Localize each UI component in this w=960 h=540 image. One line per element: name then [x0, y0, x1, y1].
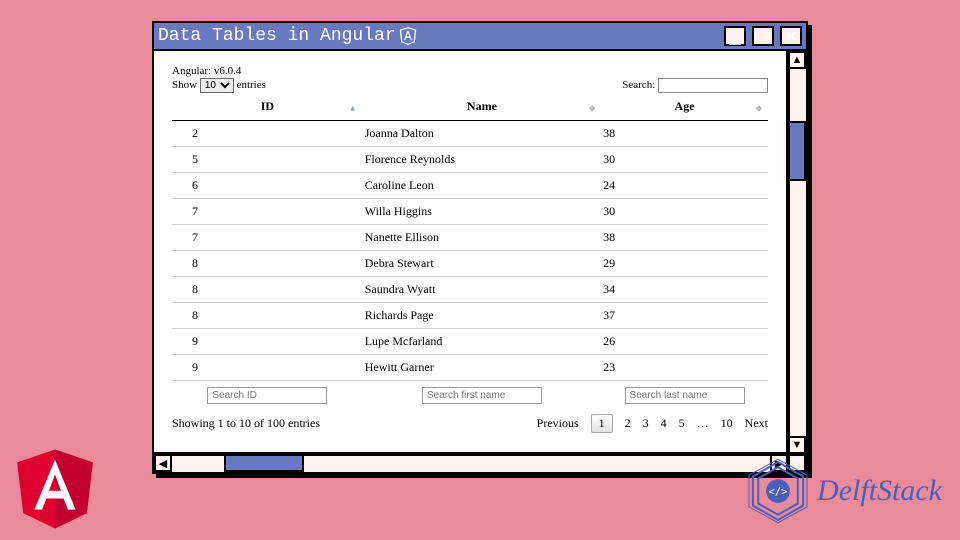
col-header-id[interactable]: ID ▲ [172, 95, 363, 121]
length-select[interactable]: 10 [200, 78, 234, 93]
table-row: 5Florence Reynolds30 [172, 147, 768, 173]
cell-age: 29 [601, 251, 768, 277]
sort-icon: ◆ [589, 103, 595, 112]
foot-search-name[interactable] [422, 387, 542, 404]
scroll-up-button[interactable]: ▲ [788, 51, 806, 69]
maximize-button[interactable]: □ [752, 26, 774, 46]
table-row: 9Lupe Mcfarland26 [172, 329, 768, 355]
datatable-controls: Show 10 entries Search: [172, 78, 768, 93]
cell-id: 2 [172, 121, 363, 147]
pager-page[interactable]: 4 [661, 416, 667, 431]
cell-id: 5 [172, 147, 363, 173]
sort-icon: ◆ [756, 103, 762, 112]
window-title: Data Tables in Angular [158, 26, 396, 46]
pager-prev[interactable]: Previous [537, 416, 579, 431]
minimize-button[interactable]: ▁ [724, 26, 746, 46]
pager-page[interactable]: 2 [625, 416, 631, 431]
delftstack-badge-icon: </> [745, 458, 811, 524]
angular-shield-icon [398, 26, 418, 46]
pager-next[interactable]: Next [745, 416, 768, 431]
cell-id: 8 [172, 277, 363, 303]
foot-search-age[interactable] [625, 387, 745, 404]
cell-id: 9 [172, 355, 363, 381]
cell-name: Willa Higgins [363, 199, 601, 225]
content-area: Angular: v6.0.4 Show 10 entries Search: … [154, 51, 788, 454]
cell-name: Caroline Leon [363, 173, 601, 199]
search-control: Search: [622, 78, 768, 93]
length-control: Show 10 entries [172, 78, 266, 93]
delftstack-brand: </> DelftStack [745, 458, 942, 524]
table-row: 2Joanna Dalton38 [172, 121, 768, 147]
length-suffix: entries [237, 79, 266, 91]
cell-id: 6 [172, 173, 363, 199]
cell-age: 24 [601, 173, 768, 199]
table-row: 8Saundra Wyatt34 [172, 277, 768, 303]
pager-page[interactable]: 10 [721, 416, 733, 431]
vscroll-thumb[interactable] [788, 121, 806, 181]
table-info: Showing 1 to 10 of 100 entries [172, 416, 320, 431]
cell-age: 26 [601, 329, 768, 355]
table-row: 8Debra Stewart29 [172, 251, 768, 277]
col-header-name[interactable]: Name ◆ [363, 95, 601, 121]
cell-age: 38 [601, 225, 768, 251]
cell-age: 38 [601, 121, 768, 147]
cell-id: 8 [172, 251, 363, 277]
cell-age: 30 [601, 199, 768, 225]
scroll-down-button[interactable]: ▼ [788, 436, 806, 454]
delftstack-text: DelftStack [817, 474, 942, 508]
table-row: 9Hewitt Garner23 [172, 355, 768, 381]
angular-logo-icon [12, 446, 98, 532]
data-table: ID ▲ Name ◆ Age ◆ 2Joanna Dalton385Flore… [172, 95, 768, 408]
hscroll-thumb[interactable] [224, 454, 304, 472]
cell-id: 9 [172, 329, 363, 355]
cell-age: 37 [601, 303, 768, 329]
app-window: Data Tables in Angular ▁ □ ✕ Angular: v6… [152, 21, 808, 474]
search-input[interactable] [658, 78, 768, 93]
cell-age: 34 [601, 277, 768, 303]
length-prefix: Show [172, 79, 197, 91]
foot-search-id[interactable] [207, 387, 327, 404]
table-row: 7Willa Higgins30 [172, 199, 768, 225]
pagination: Previous 12345 … 10 Next [537, 414, 768, 433]
vertical-scrollbar[interactable]: ▲ ▼ [788, 51, 806, 454]
cell-name: Lupe Mcfarland [363, 329, 601, 355]
search-label: Search: [622, 79, 655, 91]
cell-name: Joanna Dalton [363, 121, 601, 147]
table-row: 8Richards Page37 [172, 303, 768, 329]
window-controls: ▁ □ ✕ [724, 26, 802, 46]
close-button[interactable]: ✕ [780, 26, 802, 46]
pager-page[interactable]: 3 [643, 416, 649, 431]
cell-name: Nanette Ellison [363, 225, 601, 251]
horizontal-scrollbar[interactable]: ◀ ▶ [154, 454, 788, 472]
table-row: 7Nanette Ellison38 [172, 225, 768, 251]
cell-id: 7 [172, 199, 363, 225]
cell-id: 7 [172, 225, 363, 251]
scroll-left-button[interactable]: ◀ [154, 454, 172, 472]
cell-name: Richards Page [363, 303, 601, 329]
cell-name: Saundra Wyatt [363, 277, 601, 303]
cell-name: Hewitt Garner [363, 355, 601, 381]
cell-age: 23 [601, 355, 768, 381]
pager-current[interactable]: 1 [591, 414, 613, 433]
angular-version-label: Angular: v6.0.4 [172, 65, 768, 77]
svg-text:</>: </> [769, 486, 788, 498]
sort-asc-icon: ▲ [349, 103, 357, 112]
cell-name: Florence Reynolds [363, 147, 601, 173]
titlebar: Data Tables in Angular ▁ □ ✕ [154, 23, 806, 51]
datatable-footer: Showing 1 to 10 of 100 entries Previous 1… [172, 414, 768, 433]
pager-page[interactable]: 5 [679, 416, 685, 431]
hscroll-track[interactable] [172, 454, 770, 472]
col-header-age[interactable]: Age ◆ [601, 95, 768, 121]
vscroll-track[interactable] [788, 69, 806, 436]
cell-name: Debra Stewart [363, 251, 601, 277]
table-row: 6Caroline Leon24 [172, 173, 768, 199]
pager-ellipsis: … [697, 416, 709, 431]
cell-age: 30 [601, 147, 768, 173]
cell-id: 8 [172, 303, 363, 329]
